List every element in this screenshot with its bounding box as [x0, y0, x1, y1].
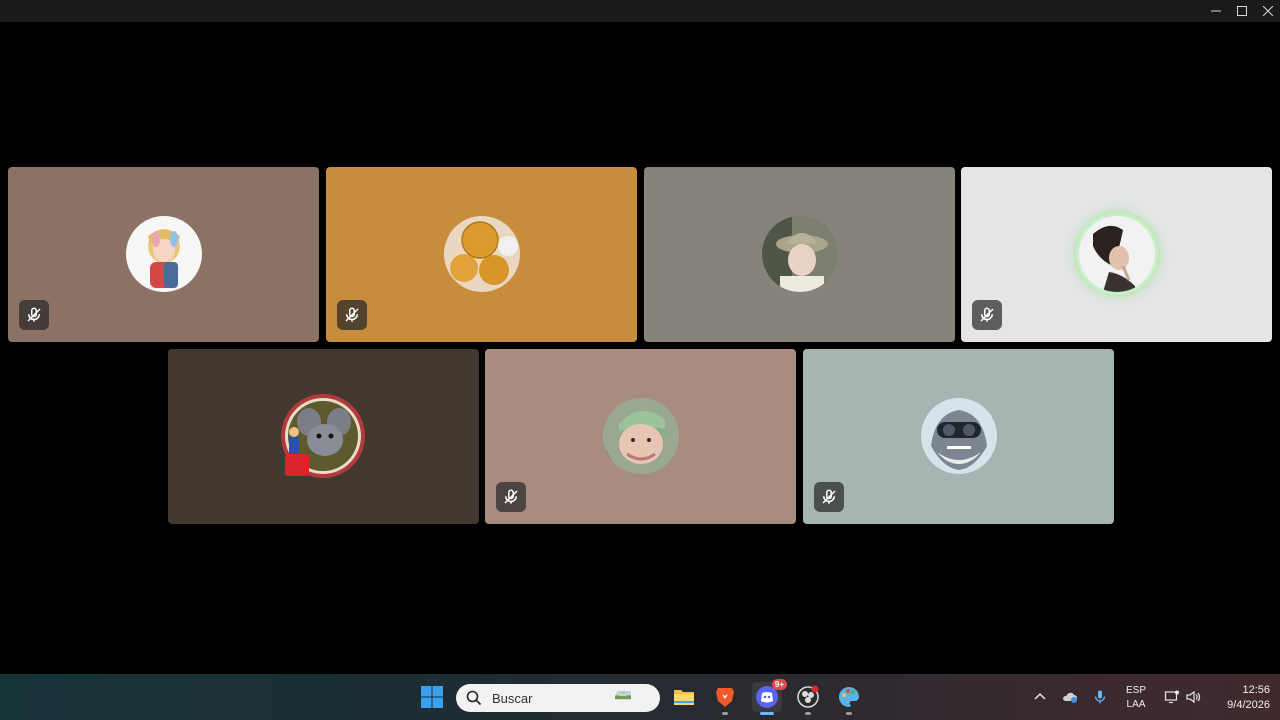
mic-muted-icon: [822, 489, 836, 504]
volume-tray-button[interactable]: [1183, 674, 1203, 720]
participant-tile[interactable]: [485, 349, 796, 524]
mic-muted-indicator: [496, 482, 526, 512]
mic-muted-indicator: [337, 300, 367, 330]
participant-tile[interactable]: [8, 167, 319, 342]
taskbar-discord[interactable]: 9+: [752, 679, 787, 715]
taskbar-brave[interactable]: [710, 682, 740, 715]
mic-muted-indicator: [972, 300, 1002, 330]
participant-tile[interactable]: [168, 349, 479, 524]
input-language-indicator[interactable]: ESP LAA: [1122, 684, 1150, 712]
keyboard-layout-code: LAA: [1126, 699, 1146, 710]
person-bucket-hat-avatar: [762, 216, 838, 292]
microphone-tray-button[interactable]: [1090, 674, 1110, 720]
shark-goggles-avatar: [921, 398, 997, 474]
clock-date: 9/4/2026: [1227, 699, 1270, 711]
taskbar-obs[interactable]: [793, 682, 823, 715]
clock[interactable]: 12:56 9/4/2026: [1210, 683, 1270, 713]
show-hidden-icons-button[interactable]: [1030, 674, 1050, 720]
onedrive-tray-button[interactable]: [1060, 674, 1080, 720]
mic-muted-indicator: [814, 482, 844, 512]
network-display-icon: [1164, 690, 1179, 704]
file-explorer-icon: [674, 690, 694, 705]
person-green-cap-avatar: [603, 398, 679, 474]
taskbar-file-explorer[interactable]: [669, 682, 699, 712]
participant-tile[interactable]: [803, 349, 1114, 524]
chevron-up-icon: [1034, 692, 1046, 700]
cartoon-mouse-avatar: [279, 392, 367, 480]
taskbar-search[interactable]: Buscar: [456, 684, 660, 712]
window-title-bar: [0, 0, 1280, 22]
cartoon-girl-avatar: [126, 216, 202, 292]
participant-tile[interactable]: [326, 167, 637, 342]
mic-muted-icon: [345, 307, 359, 322]
close-icon: [1263, 6, 1273, 16]
onedrive-cloud-icon: [1063, 692, 1077, 703]
obs-studio-icon: [797, 685, 819, 708]
participant-tile[interactable]: [961, 167, 1272, 342]
running-indicator: [805, 712, 811, 715]
clock-time: 12:56: [1242, 684, 1270, 696]
person-dark-hair-avatar: [1079, 216, 1155, 292]
taskbar: Buscar 9+ ESP LAA 12:56 9/4/2026: [0, 674, 1280, 720]
windows-start-icon: [421, 686, 443, 708]
bread-rolls-avatar: [444, 216, 520, 292]
mic-muted-icon: [504, 489, 518, 504]
mic-muted-icon: [27, 307, 41, 322]
search-highlight-image: [615, 687, 657, 709]
close-button[interactable]: [1255, 0, 1280, 22]
mic-muted-icon: [980, 307, 994, 322]
start-button[interactable]: [417, 682, 447, 712]
participant-tile[interactable]: [644, 167, 955, 342]
search-placeholder: Buscar: [492, 690, 533, 706]
paint-icon: [839, 687, 859, 707]
microphone-icon: [1094, 690, 1106, 704]
minimize-icon: [1211, 10, 1221, 12]
maximize-icon: [1237, 6, 1247, 16]
speaker-icon: [1186, 690, 1201, 704]
network-tray-button[interactable]: [1162, 674, 1182, 720]
brave-browser-icon: [716, 688, 734, 707]
running-indicator: [760, 712, 774, 715]
taskbar-paint[interactable]: [834, 682, 864, 715]
notification-badge: 9+: [771, 679, 787, 690]
minimize-button[interactable]: [1203, 0, 1229, 22]
running-indicator: [722, 712, 728, 715]
language-code: ESP: [1125, 685, 1146, 696]
search-icon: [466, 690, 482, 706]
running-indicator: [846, 712, 852, 715]
mic-muted-indicator: [19, 300, 49, 330]
maximize-button[interactable]: [1229, 0, 1255, 22]
